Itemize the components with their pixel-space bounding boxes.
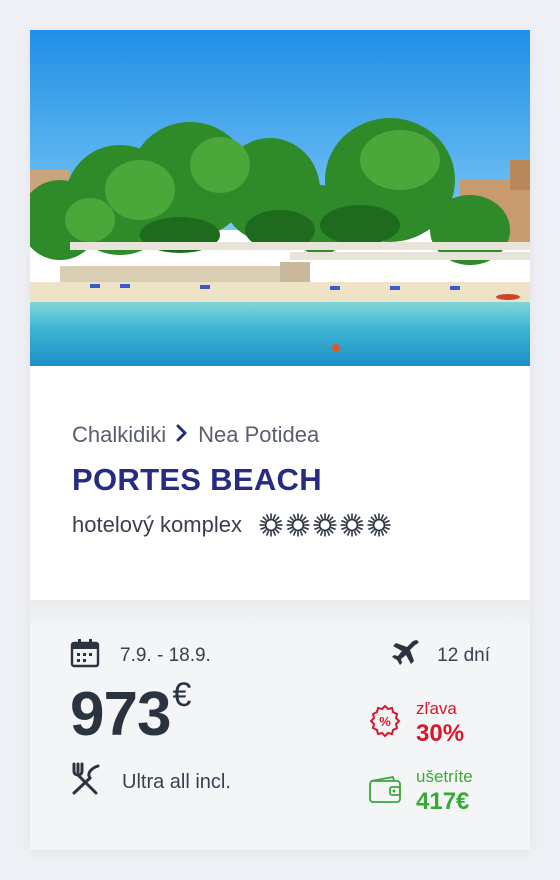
location-breadcrumb: Chalkidiki Nea Potidea (72, 422, 319, 448)
star-icon (367, 513, 391, 537)
trip-duration: 12 dní (437, 645, 490, 666)
chevron-right-icon (176, 422, 188, 448)
percent-badge-icon: % (368, 704, 402, 743)
hotel-type-row: hotelový komplex (72, 512, 392, 538)
hotel-photo[interactable] (30, 30, 530, 366)
duration-row: 12 dní (391, 638, 490, 674)
savings-block: ušetríte 417€ (368, 766, 473, 817)
calendar-icon (70, 638, 120, 674)
section-shadow (30, 600, 530, 630)
hotel-info: Chalkidiki Nea Potidea PORTES BEACH hote… (30, 366, 530, 630)
offer-details: 7.9. - 18.9. 12 dní 973€ Ultra all incl. (30, 600, 530, 850)
price-currency: € (172, 676, 191, 714)
star-icon (313, 513, 337, 537)
resort-label[interactable]: Nea Potidea (198, 422, 319, 448)
price-value: 973 (70, 680, 171, 749)
cutlery-icon (70, 762, 122, 802)
discount-value: 30% (416, 720, 465, 748)
region-label[interactable]: Chalkidiki (72, 422, 166, 448)
trip-dates: 7.9. - 18.9. (120, 645, 211, 666)
star-rating (258, 512, 392, 538)
discount-block: % zľava 30% (368, 698, 464, 749)
star-icon (259, 513, 283, 537)
hotel-type: hotelový komplex (72, 512, 242, 537)
hotel-name[interactable]: PORTES BEACH (72, 462, 322, 498)
price: 973€ (70, 678, 191, 746)
airplane-icon (391, 638, 437, 674)
hotel-card[interactable]: Chalkidiki Nea Potidea PORTES BEACH hote… (30, 30, 530, 850)
discount-label: zľava (416, 699, 457, 718)
wallet-icon (368, 774, 402, 809)
svg-text:%: % (379, 714, 391, 729)
star-icon (286, 513, 310, 537)
board-row: Ultra all incl. (70, 762, 231, 802)
dates-row: 7.9. - 18.9. (70, 638, 211, 674)
board-type: Ultra all incl. (122, 770, 231, 793)
savings-label: ušetríte (416, 767, 473, 786)
savings-value: 417€ (416, 788, 470, 816)
star-icon (340, 513, 364, 537)
